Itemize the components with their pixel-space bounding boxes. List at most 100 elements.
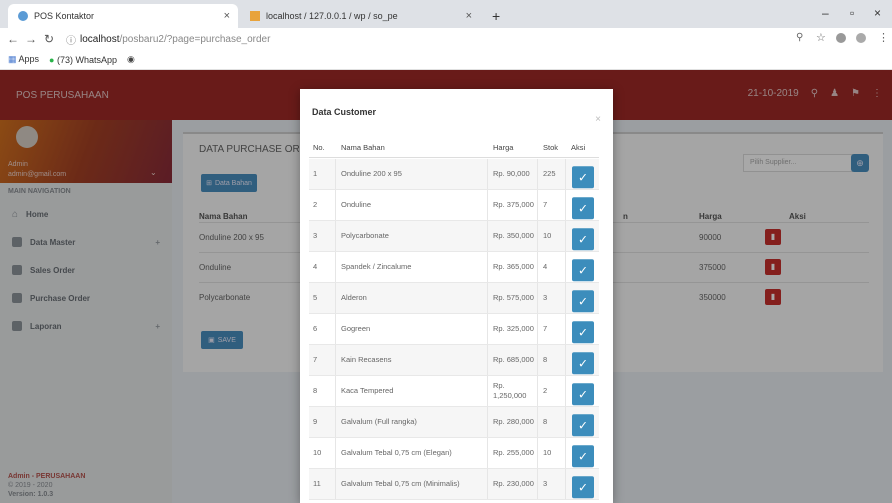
select-bahan-button[interactable]: ✓ — [572, 476, 594, 499]
bookmark-whatsapp[interactable]: ● (73) WhatsApp — [49, 55, 117, 65]
column-divider — [335, 314, 336, 344]
column-divider — [537, 469, 538, 499]
column-divider — [335, 407, 336, 437]
column-divider — [537, 221, 538, 251]
column-divider — [335, 159, 336, 189]
browser-menu-icon[interactable]: ⋮ — [878, 31, 889, 44]
cell-stok: 4 — [543, 262, 548, 271]
column-divider — [537, 314, 538, 344]
cell-harga: Rp. 280,000 — [493, 417, 534, 426]
zoom-icon[interactable]: ⚲ — [796, 32, 803, 43]
cell-nama: Galvalum (Full rangka) — [341, 417, 417, 426]
column-divider — [565, 252, 566, 282]
cell-nama: Polycarbonate — [341, 231, 389, 240]
url-path: /posbaru2/?page=purchase_order — [119, 33, 271, 45]
browser-tab[interactable]: localhost / 127.0.0.1 / wp / so_pe × — [240, 4, 480, 28]
column-divider — [565, 190, 566, 220]
cell-nama: Spandek / Zincalume — [341, 262, 412, 271]
cell-no: 10 — [313, 448, 322, 457]
cell-stok: 8 — [543, 355, 548, 364]
bookmark-star-icon[interactable]: ☆ — [816, 31, 826, 44]
select-bahan-button[interactable]: ✓ — [572, 166, 594, 189]
maximize-icon[interactable]: ▫ — [850, 6, 854, 20]
column-divider — [565, 469, 566, 499]
cell-harga: Rp. 350,000 — [493, 231, 534, 240]
cell-stok: 225 — [543, 169, 556, 178]
tab-title: POS Kontaktor — [34, 11, 95, 21]
cell-nama: Galvalum Tebal 0,75 cm (Elegan) — [341, 448, 452, 457]
select-bahan-button[interactable]: ✓ — [572, 228, 594, 251]
select-bahan-button[interactable]: ✓ — [572, 197, 594, 220]
column-divider — [487, 469, 488, 499]
column-divider — [565, 376, 566, 406]
column-divider — [335, 345, 336, 375]
select-bahan-button[interactable]: ✓ — [572, 352, 594, 375]
column-divider — [565, 159, 566, 189]
select-bahan-button[interactable]: ✓ — [572, 259, 594, 282]
column-divider — [487, 438, 488, 468]
column-divider — [335, 283, 336, 313]
column-divider — [537, 252, 538, 282]
column-divider — [487, 190, 488, 220]
window-close-icon[interactable]: × — [874, 6, 881, 20]
table-row: 1 Onduline 200 x 95 Rp. 90,000 225 ✓ — [309, 159, 599, 190]
cell-harga: Rp. 230,000 — [493, 479, 534, 488]
cell-nama: Onduline 200 x 95 — [341, 169, 402, 178]
select-bahan-button[interactable]: ✓ — [572, 290, 594, 313]
cell-no: 2 — [313, 200, 318, 209]
column-divider — [537, 438, 538, 468]
cell-nama: Gogreen — [341, 324, 371, 333]
browser-tab-active[interactable]: POS Kontaktor × — [8, 4, 238, 28]
cell-stok: 3 — [543, 479, 548, 488]
modal-close-button[interactable]: × — [595, 114, 601, 125]
forward-icon[interactable]: → — [22, 32, 40, 46]
column-divider — [487, 221, 488, 251]
cell-no: 11 — [313, 479, 321, 488]
cell-harga: Rp. 685,000 — [493, 355, 534, 364]
col-harga: Harga — [493, 142, 514, 152]
whatsapp-icon: ● — [49, 54, 55, 65]
cell-stok: 8 — [543, 417, 548, 426]
select-bahan-button[interactable]: ✓ — [572, 383, 594, 406]
column-divider — [335, 221, 336, 251]
cell-harga: Rp. 325,000 — [493, 324, 534, 333]
table-row: 4 Spandek / Zincalume Rp. 365,000 4 ✓ — [309, 252, 599, 283]
extension-icon[interactable] — [836, 33, 846, 43]
col-stok: Stok — [543, 142, 559, 152]
cell-stok: 10 — [543, 231, 552, 240]
bookmark-apps[interactable]: ▦ Apps — [8, 54, 39, 65]
address-bar-row: ← → ↻ ⓘ localhost/posbaru2/?page=purchas… — [0, 28, 892, 50]
profile-icon[interactable] — [856, 33, 866, 43]
new-tab-button[interactable]: + — [482, 4, 506, 28]
column-divider — [487, 345, 488, 375]
table-row: 3 Polycarbonate Rp. 350,000 10 ✓ — [309, 221, 599, 252]
column-divider — [537, 345, 538, 375]
cell-harga: Rp. 365,000 — [493, 262, 534, 271]
column-divider — [487, 159, 488, 189]
chrome-web-icon[interactable]: ◉ — [127, 54, 135, 65]
cell-harga: Rp. 375,000 — [493, 200, 534, 209]
cell-no: 6 — [313, 324, 318, 333]
select-bahan-button[interactable]: ✓ — [572, 414, 594, 437]
site-favicon-icon — [18, 11, 28, 21]
reload-icon[interactable]: ↻ — [40, 32, 58, 46]
browser-tabstrip: POS Kontaktor × localhost / 127.0.0.1 / … — [0, 0, 892, 28]
col-nama: Nama Bahan — [341, 142, 385, 152]
column-divider — [335, 469, 336, 499]
column-divider — [537, 159, 538, 189]
cell-stok: 2 — [543, 386, 548, 395]
back-icon[interactable]: ← — [4, 32, 22, 46]
info-icon[interactable]: ⓘ — [66, 32, 76, 47]
select-bahan-button[interactable]: ✓ — [572, 445, 594, 468]
url-field[interactable]: ⓘ localhost/posbaru2/?page=purchase_orde… — [66, 31, 786, 47]
table-row: 2 Onduline Rp. 375,000 7 ✓ — [309, 190, 599, 221]
table-row: 10 Galvalum Tebal 0,75 cm (Elegan) Rp. 255… — [309, 438, 599, 469]
column-divider — [537, 407, 538, 437]
select-bahan-button[interactable]: ✓ — [572, 321, 594, 344]
cell-no: 9 — [313, 417, 318, 426]
close-tab-icon[interactable]: × — [224, 10, 230, 22]
cell-nama: Alderon — [341, 293, 367, 302]
minimize-icon[interactable]: – — [822, 6, 829, 20]
column-divider — [487, 283, 488, 313]
close-tab-icon[interactable]: × — [466, 10, 472, 22]
